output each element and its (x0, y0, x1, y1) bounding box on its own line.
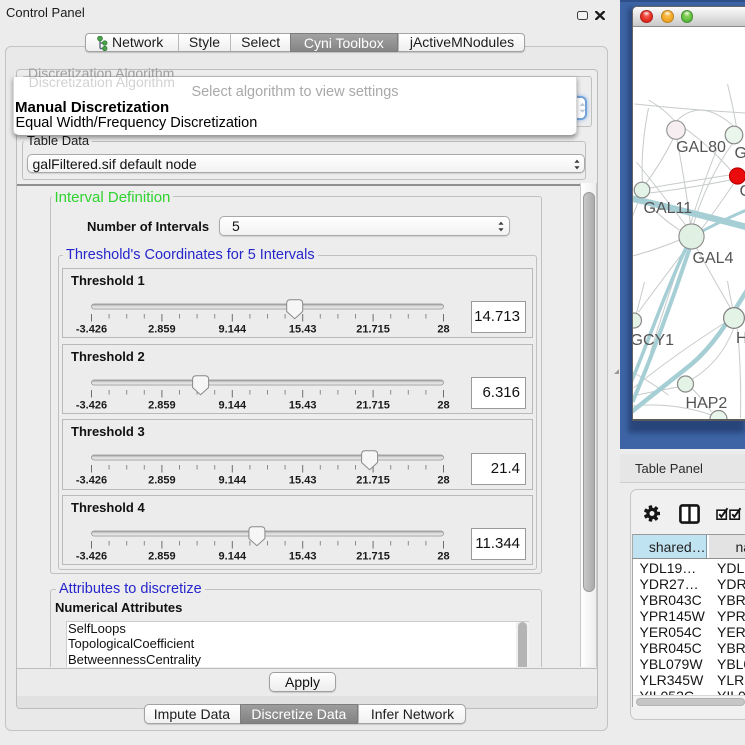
svg-text:21.715: 21.715 (356, 550, 390, 562)
svg-text:2.859: 2.859 (148, 323, 176, 335)
svg-text:GAL11: GAL11 (643, 200, 692, 217)
svg-text:9.144: 9.144 (219, 323, 247, 335)
svg-text:H: H (736, 330, 745, 347)
svg-text:28: 28 (437, 323, 449, 335)
svg-text:-3.426: -3.426 (76, 399, 107, 411)
svg-text:2.859: 2.859 (148, 475, 176, 487)
svg-text:9.144: 9.144 (219, 399, 247, 411)
svg-text:9.144: 9.144 (219, 550, 247, 562)
svg-text:9.144: 9.144 (219, 475, 247, 487)
svg-text:21.715: 21.715 (356, 475, 390, 487)
svg-text:2.859: 2.859 (148, 399, 176, 411)
svg-text:GA: GA (734, 145, 745, 162)
svg-text:G: G (739, 183, 745, 200)
svg-text:15.43: 15.43 (289, 475, 317, 487)
svg-text:28: 28 (437, 399, 449, 411)
svg-text:-3.426: -3.426 (76, 475, 107, 487)
svg-text:28: 28 (437, 550, 449, 562)
svg-text:-3.426: -3.426 (76, 323, 107, 335)
svg-text:-3.426: -3.426 (76, 550, 107, 562)
svg-text:15.43: 15.43 (289, 550, 317, 562)
svg-text:15.43: 15.43 (289, 399, 317, 411)
svg-text:21.715: 21.715 (356, 399, 390, 411)
svg-text:GAL80: GAL80 (676, 139, 726, 156)
svg-text:28: 28 (437, 475, 449, 487)
svg-text:15.43: 15.43 (289, 323, 317, 335)
svg-text:21.715: 21.715 (356, 323, 390, 335)
svg-text:GAL4: GAL4 (692, 250, 733, 267)
svg-text:HAP2: HAP2 (685, 395, 727, 412)
svg-text:2.859: 2.859 (148, 550, 176, 562)
svg-text:GCY1: GCY1 (633, 332, 674, 349)
